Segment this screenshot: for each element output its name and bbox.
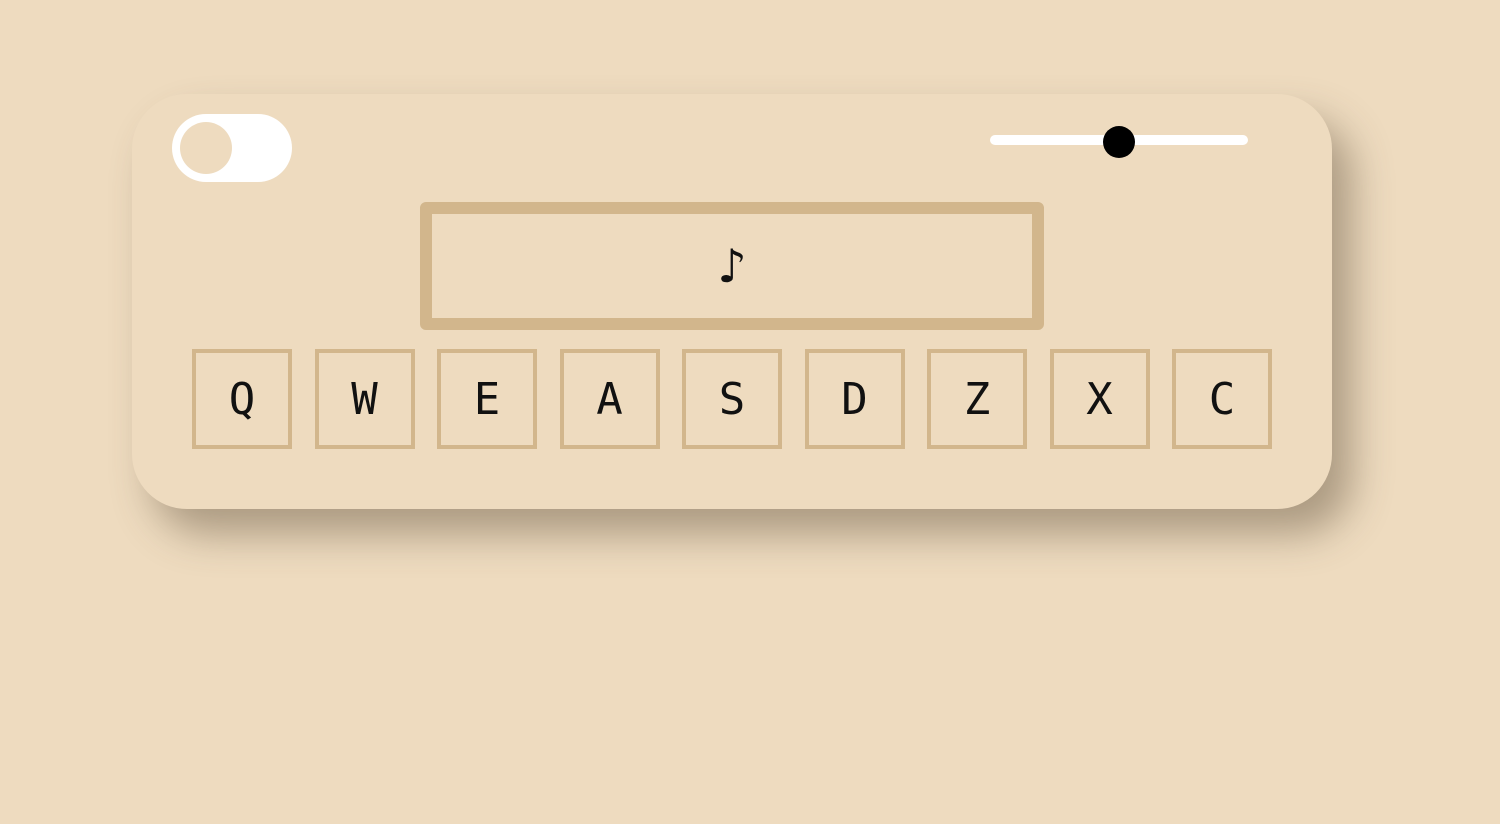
drum-pad-s[interactable]: S [682,349,782,449]
drum-pad-e[interactable]: E [437,349,537,449]
drum-pad-w[interactable]: W [314,349,415,449]
drum-pad-c[interactable]: C [1172,349,1272,449]
drum-pad-d[interactable]: D [804,349,905,449]
volume-slider[interactable] [990,126,1248,158]
drum-pad-z[interactable]: Z [927,349,1027,449]
drum-machine: ♪ Q W E A S D Z X C [132,94,1332,509]
music-note-icon: ♪ [717,239,747,293]
power-toggle[interactable] [172,114,292,182]
drum-pad-x[interactable]: X [1049,349,1150,449]
volume-slider-thumb[interactable] [1103,126,1135,158]
toggle-knob [180,122,232,174]
drum-pad-q[interactable]: Q [192,349,292,449]
drum-pad-row: Q W E A S D Z X C [192,349,1272,449]
sound-display: ♪ [420,202,1044,330]
drum-pad-a[interactable]: A [559,349,660,449]
